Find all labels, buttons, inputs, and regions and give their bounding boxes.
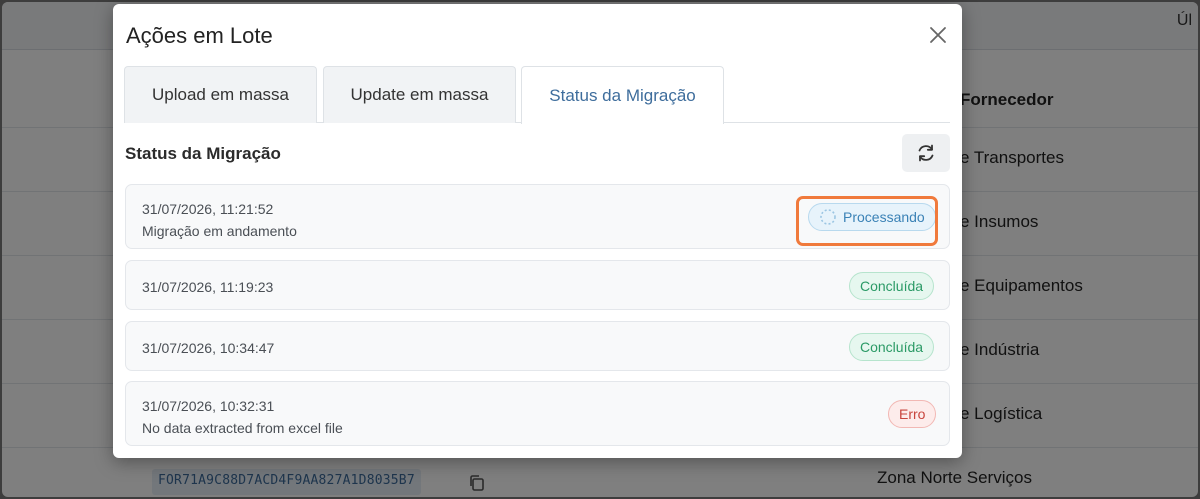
item-timestamp: 31/07/2026, 11:21:52 [142, 201, 274, 217]
migration-status-item: 31/07/2026, 11:21:52 Migração em andamen… [125, 184, 950, 249]
section-title: Status da Migração [125, 144, 281, 163]
status-badge-done: Concluída [849, 333, 935, 361]
status-label: Concluída [860, 278, 924, 294]
item-timestamp: 31/07/2026, 11:19:23 [142, 279, 274, 295]
tab-bar: Upload em massa Update em massa Status d… [124, 66, 950, 124]
item-message: No data extracted from excel file [142, 420, 343, 436]
migration-status-item: 31/07/2026, 10:34:47 Concluída [125, 321, 950, 371]
refresh-button[interactable] [902, 134, 950, 172]
item-timestamp: 31/07/2026, 10:32:31 [142, 398, 275, 414]
modal-title: Ações em Lote [126, 23, 273, 48]
migration-status-item: 31/07/2026, 11:19:23 Concluída [125, 260, 950, 310]
tab-upload-em-massa[interactable]: Upload em massa [124, 66, 317, 123]
status-label: Erro [899, 406, 926, 422]
close-icon[interactable] [927, 24, 949, 46]
migration-status-item: 31/07/2026, 10:32:31 No data extracted f… [125, 381, 950, 446]
item-timestamp: 31/07/2026, 10:34:47 [142, 340, 275, 356]
status-badge-processing: Processando [808, 203, 936, 231]
tab-update-em-massa[interactable]: Update em massa [323, 66, 516, 123]
tab-status-da-migracao[interactable]: Status da Migração [521, 66, 724, 124]
spinner-icon [820, 209, 836, 225]
status-label: Concluída [860, 339, 924, 355]
item-message: Migração em andamento [142, 223, 297, 239]
status-label: Processando [843, 209, 925, 225]
status-badge-done: Concluída [849, 272, 935, 300]
refresh-icon [918, 144, 934, 162]
batch-actions-modal: Ações em Lote Upload em massa Update em … [113, 4, 962, 458]
status-badge-error: Erro [888, 400, 937, 428]
